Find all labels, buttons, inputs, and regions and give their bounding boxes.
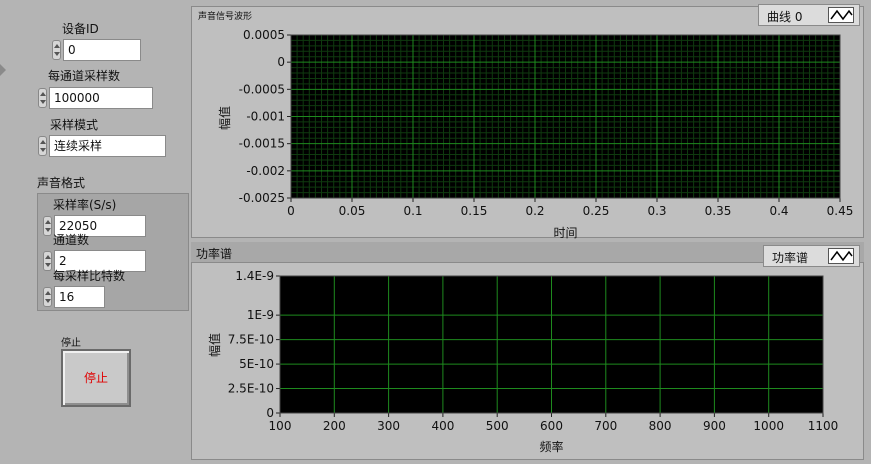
y-tick-label: 7.5E-10	[228, 333, 274, 347]
y-tick-label: 1E-9	[247, 308, 274, 322]
channels-label: 通道数	[53, 233, 90, 247]
x-tick-label: 900	[703, 419, 726, 433]
x-tick-label: 700	[594, 419, 617, 433]
x-tick-label: 500	[486, 419, 509, 433]
x-axis-label: 频率	[539, 439, 563, 454]
x-tick-label: 600	[540, 419, 563, 433]
y-tick-label: 1.4E-9	[235, 269, 274, 283]
y-tick-label: 0	[266, 406, 274, 420]
x-tick-label: 300	[377, 419, 400, 433]
y-axis-label: 幅值	[207, 333, 222, 357]
y-tick-label: 5E-10	[239, 357, 274, 371]
x-tick-label: 1100	[808, 419, 839, 433]
x-tick-label: 200	[323, 419, 346, 433]
y-tick-label: 2.5E-10	[228, 382, 274, 396]
bits-per-sample-label: 每采样比特数	[53, 269, 126, 283]
x-tick-label: 1000	[753, 419, 784, 433]
x-tick-label: 100	[269, 419, 292, 433]
x-tick-label: 400	[431, 419, 454, 433]
x-tick-label: 800	[649, 419, 672, 433]
power-spectrum-chart: 100 200 300 400 500 600 700 800 900 1000 1100 1.4E-…	[207, 269, 839, 454]
